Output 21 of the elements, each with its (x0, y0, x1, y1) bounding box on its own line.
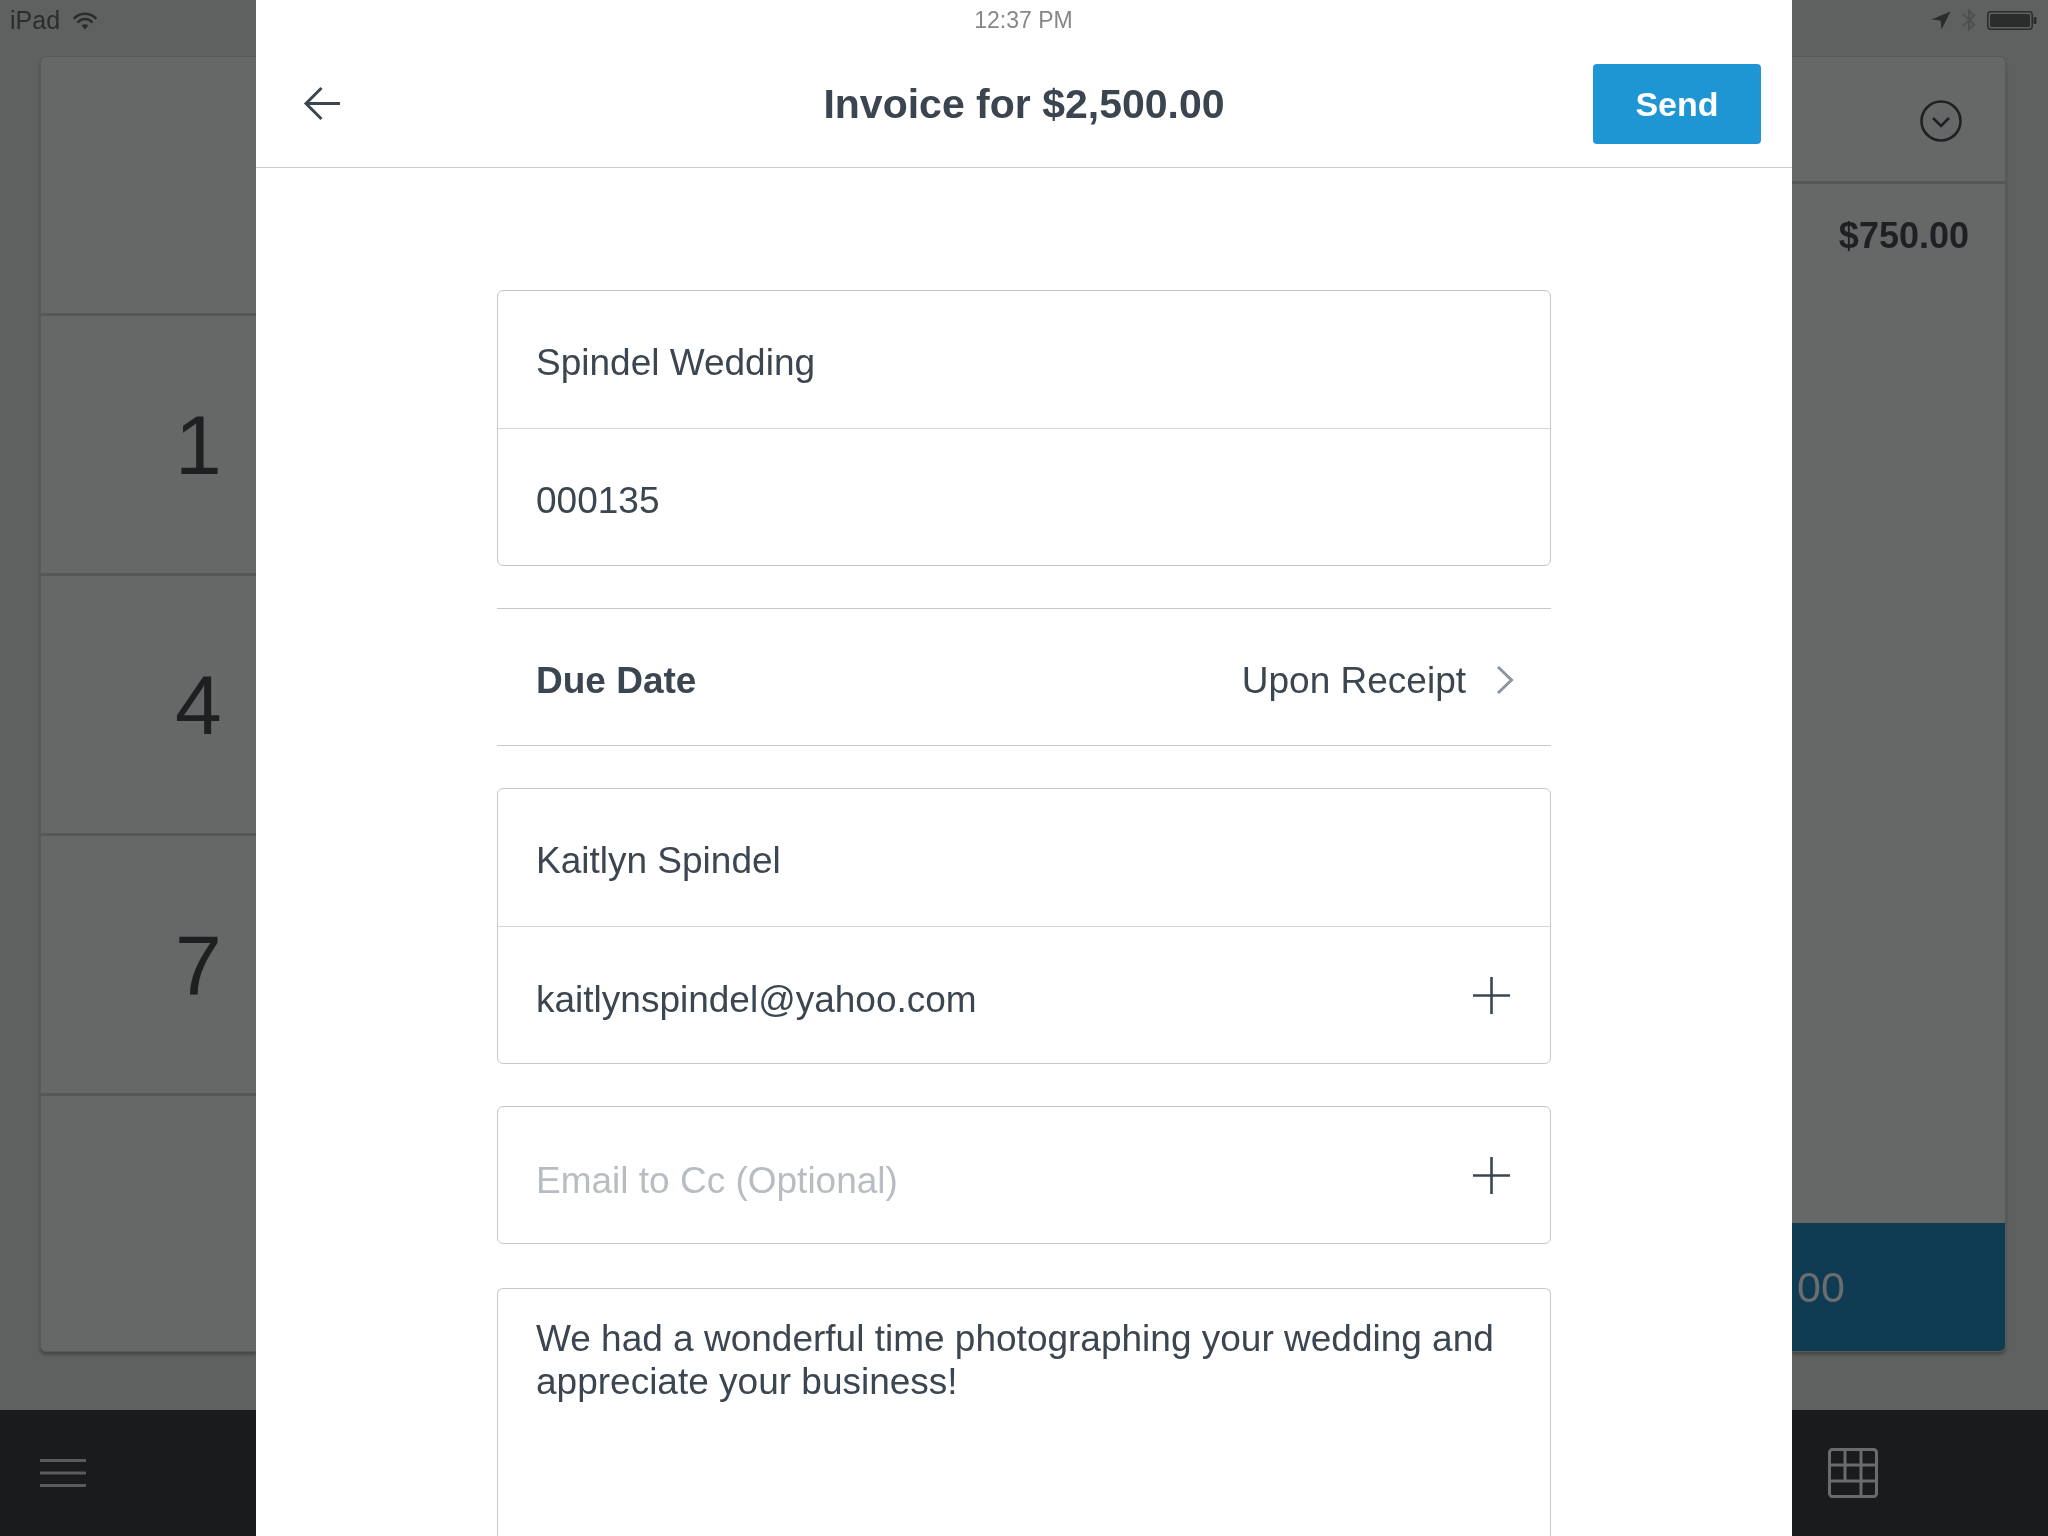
sale-total: $750.00 (1838, 216, 1969, 256)
battery-icon (1987, 10, 2037, 30)
chevron-down-circle-icon[interactable] (1920, 100, 1962, 142)
back-arrow-icon[interactable] (303, 86, 341, 121)
wifi-icon (73, 10, 98, 30)
due-date-label: Due Date (536, 661, 697, 699)
sheet-title: Invoice for $2,500.00 (823, 82, 1225, 125)
status-time: 12:37 PM (974, 8, 1073, 32)
chevron-right-icon (1496, 665, 1514, 695)
invoice-number-field[interactable]: 000135 (498, 428, 1550, 565)
location-arrow-icon (1931, 10, 1951, 30)
customer-email-field[interactable]: kaitlynspindel@yahoo.com (498, 926, 1550, 1063)
grid-icon[interactable] (1828, 1448, 1878, 1498)
due-date-value: Upon Receipt (1241, 661, 1466, 699)
customer-name-field[interactable]: Kaitlyn Spindel (498, 789, 1550, 926)
menu-icon[interactable] (40, 1459, 86, 1487)
plus-icon[interactable] (1473, 976, 1510, 1014)
due-date-row[interactable]: Due Date Upon Receipt (497, 608, 1551, 746)
plus-icon[interactable] (1473, 1156, 1510, 1194)
invoice-name-field[interactable]: Spindel Wedding (498, 291, 1550, 428)
message-field[interactable]: We had a wonderful time photographing your wedding and appreciate your business! (497, 1288, 1551, 1536)
